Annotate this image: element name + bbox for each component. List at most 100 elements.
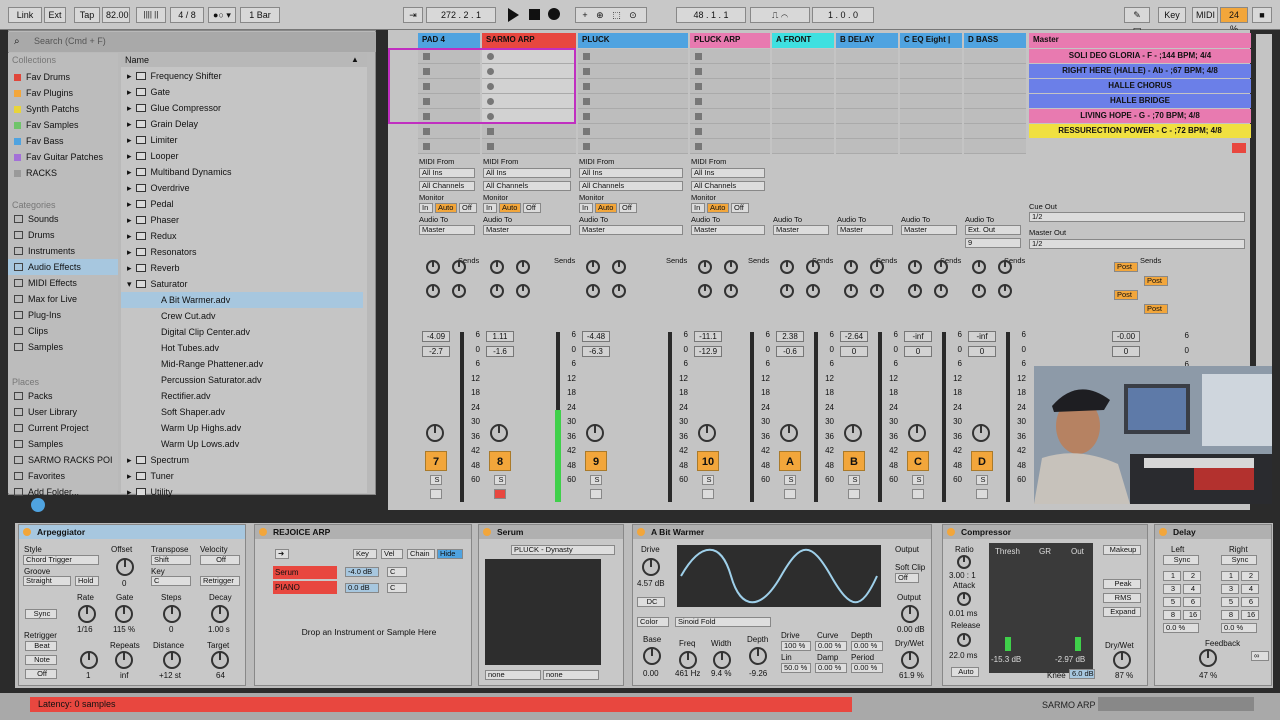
clip-slot[interactable] — [900, 109, 962, 124]
clip-slot[interactable] — [772, 124, 834, 139]
solo-button[interactable]: S — [848, 475, 860, 485]
collection-item[interactable]: Synth Patchs — [8, 101, 118, 117]
tap-button[interactable]: Tap — [74, 7, 100, 23]
pan-knob[interactable] — [490, 424, 508, 442]
retrigger-note-button[interactable]: Note — [25, 655, 57, 665]
place-item[interactable]: SARMO RACKS POI — [8, 452, 118, 468]
send-a-knob[interactable] — [844, 260, 858, 274]
monitor-auto-button[interactable]: Auto — [435, 203, 457, 213]
collapsed-arrow-icon[interactable]: ▸ — [127, 487, 132, 497]
clip-stop-icon[interactable] — [487, 68, 494, 75]
input-channel-select[interactable]: All Channels — [691, 181, 765, 191]
send-d-knob[interactable] — [998, 284, 1012, 298]
browser-folder[interactable]: ▸ Frequency Shifter — [121, 68, 363, 84]
clip-slot[interactable] — [418, 94, 480, 109]
search-input[interactable]: Search (Cmd + F) — [8, 32, 376, 52]
preset-item[interactable]: Warm Up Highs.adv — [121, 420, 363, 436]
monitor-auto-button[interactable]: Auto — [707, 203, 729, 213]
preset-item[interactable]: Digital Clip Center.adv — [121, 324, 363, 340]
clip-stop-icon[interactable] — [695, 143, 702, 150]
chain-serum[interactable]: Serum — [273, 566, 337, 579]
send-b-knob[interactable] — [612, 260, 626, 274]
base-knob[interactable] — [643, 647, 661, 665]
solo-button[interactable]: S — [784, 475, 796, 485]
clip-slot[interactable] — [578, 64, 688, 79]
clip-slot[interactable] — [836, 49, 898, 64]
track-pan-value[interactable]: -12.9 — [694, 346, 722, 357]
output-select[interactable]: Master — [579, 225, 683, 235]
send-b-knob[interactable] — [452, 260, 466, 274]
sort-icon[interactable]: ▲ — [351, 55, 359, 64]
monitor-off-button[interactable]: Off — [459, 203, 477, 213]
collapsed-arrow-icon[interactable]: ▸ — [127, 71, 132, 81]
category-item[interactable]: Samples — [8, 339, 118, 355]
collection-item[interactable]: Fav Bass — [8, 133, 118, 149]
saturator-title[interactable]: A Bit Warmer — [633, 525, 931, 539]
collapsed-arrow-icon[interactable]: ▸ — [127, 103, 132, 113]
clip-slot[interactable] — [578, 109, 688, 124]
clip-slot[interactable] — [578, 79, 688, 94]
clip-slot[interactable] — [418, 124, 480, 139]
clip-slot[interactable] — [772, 79, 834, 94]
category-item[interactable]: Audio Effects — [8, 259, 118, 275]
pan-knob[interactable] — [698, 424, 716, 442]
category-item[interactable]: Clips — [8, 323, 118, 339]
send-d-knob[interactable] — [516, 284, 530, 298]
nudge-icon[interactable]: |||| || — [136, 7, 166, 23]
makeup-button[interactable]: Makeup — [1103, 545, 1141, 555]
browser-folder[interactable]: ▸ Reverb — [121, 260, 363, 276]
clip-slot[interactable] — [482, 49, 576, 64]
send-d-knob[interactable] — [806, 284, 820, 298]
clip-slot[interactable] — [578, 124, 688, 139]
preview-icon[interactable] — [31, 498, 45, 512]
input-channel-select[interactable]: All Channels — [579, 181, 683, 191]
collapsed-arrow-icon[interactable]: ▸ — [127, 87, 132, 97]
delay-time-16[interactable]: 16 — [1241, 610, 1259, 620]
solo-button[interactable]: S — [702, 475, 714, 485]
power-icon[interactable] — [637, 528, 645, 536]
output-knob[interactable] — [901, 605, 919, 623]
clip-slot[interactable] — [772, 64, 834, 79]
overview-strip[interactable] — [1098, 697, 1254, 711]
curve-value[interactable]: 0.00 % — [815, 641, 847, 651]
browser-folder[interactable]: ▸ Tuner — [121, 468, 363, 484]
delay-time-5[interactable]: 5 — [1221, 597, 1239, 607]
delay-time-5[interactable]: 5 — [1163, 597, 1181, 607]
place-item[interactable]: Add Folder... — [8, 484, 118, 500]
clip-slot[interactable] — [690, 139, 770, 154]
track-pan-value[interactable]: -1.6 — [486, 346, 514, 357]
time-signature[interactable]: 4 / 8 — [170, 7, 204, 23]
pencil-icon[interactable]: ✎ ▭ — [1124, 7, 1150, 34]
clip-slot[interactable] — [418, 139, 480, 154]
output-select[interactable]: Master — [691, 225, 765, 235]
monitor-in-button[interactable]: In — [419, 203, 433, 213]
clip-slot[interactable] — [836, 139, 898, 154]
output-select[interactable]: Master — [901, 225, 957, 235]
loop-switch-icon[interactable]: ⎍ ⌒ — [750, 7, 810, 23]
clip-slot[interactable] — [836, 109, 898, 124]
arm-button[interactable] — [976, 489, 988, 499]
send-c-knob[interactable] — [972, 284, 986, 298]
depth-knob[interactable] — [749, 647, 767, 665]
serum-preset[interactable]: PLUCK - Dynasty — [511, 545, 615, 555]
send-d-knob[interactable] — [934, 284, 948, 298]
output-select[interactable]: Master — [837, 225, 893, 235]
collapsed-arrow-icon[interactable]: ▸ — [127, 247, 132, 257]
clip-stop-icon[interactable] — [695, 83, 702, 90]
track-volume[interactable]: -inf — [968, 331, 996, 342]
drive-knob[interactable] — [642, 558, 660, 576]
monitor-auto-button[interactable]: Auto — [595, 203, 617, 213]
send-a-knob[interactable] — [908, 260, 922, 274]
send-b-knob[interactable] — [934, 260, 948, 274]
collapsed-arrow-icon[interactable]: ▸ — [127, 199, 132, 209]
pan-knob[interactable] — [972, 424, 990, 442]
browser-folder[interactable]: ▸ Multiband Dynamics — [121, 164, 363, 180]
track-number[interactable]: C — [907, 451, 929, 471]
collapsed-arrow-icon[interactable]: ▸ — [127, 167, 132, 177]
key-button[interactable]: Key — [353, 549, 377, 559]
power-icon[interactable] — [947, 528, 955, 536]
solo-button[interactable]: S — [912, 475, 924, 485]
track-pan-value[interactable]: -0.6 — [776, 346, 804, 357]
track-header[interactable]: A FRONT — [772, 33, 834, 48]
retrigger-beat-button[interactable]: Beat — [25, 641, 57, 651]
